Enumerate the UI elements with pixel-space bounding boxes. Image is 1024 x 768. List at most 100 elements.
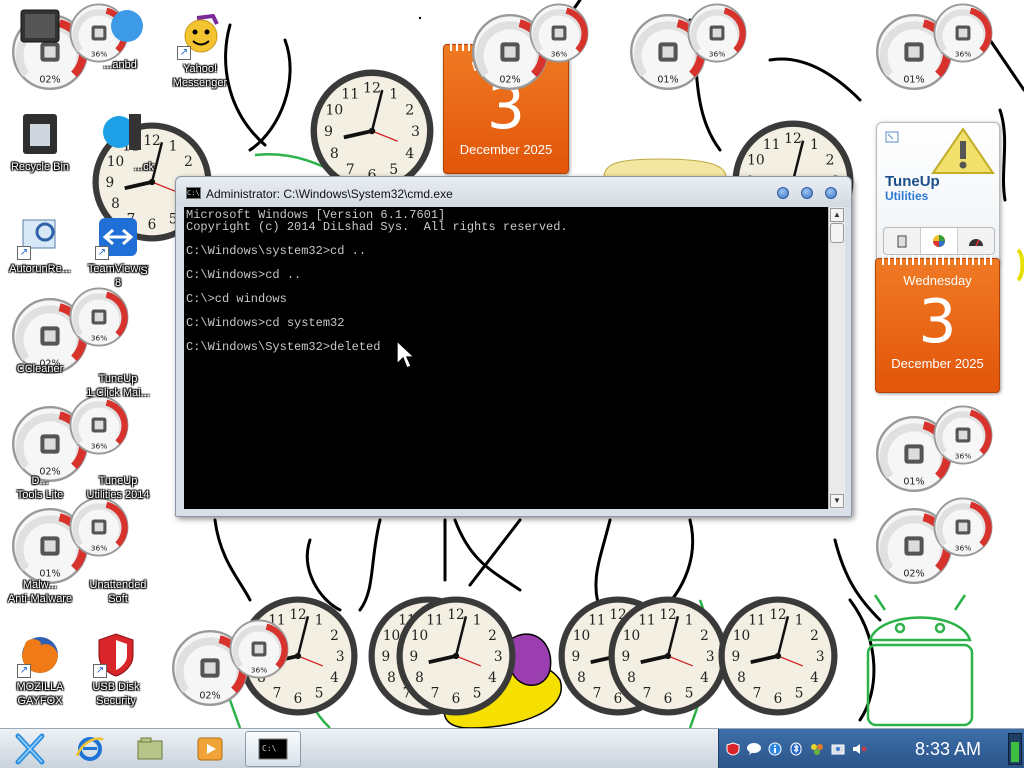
desktop-icon-ccleaner[interactable]: CCleaner	[0, 360, 80, 390]
shortcut-arrow-icon: ↗	[17, 664, 31, 678]
tab-battery[interactable]	[884, 228, 921, 254]
desktop-icon-yahoo-messenger[interactable]: ↗ Yahoo! Messenger	[160, 13, 240, 90]
clock-numeral: 1	[315, 612, 324, 628]
clock-numeral: 6	[452, 691, 461, 707]
cpu-percent: 01%	[903, 476, 924, 487]
clock-numeral: 3	[706, 649, 715, 665]
analog-clock-gadget[interactable]: 12 12 3 45678 9 1011	[606, 594, 730, 718]
sync-icon[interactable]	[830, 741, 846, 757]
desktop-icon-malwarebytes[interactable]: Malw... Anti-Malware	[0, 548, 80, 606]
cmd-taskbar-button[interactable]: C:\	[245, 731, 301, 767]
clock-numeral: 2	[405, 102, 414, 118]
calendar-gadget-right[interactable]: Wednesday 3 December 2025	[875, 255, 1000, 393]
battery-icon	[897, 235, 907, 248]
desktop-icon-label: Recycle Bin	[10, 161, 70, 173]
gadget-move-icon[interactable]	[885, 131, 899, 143]
memory-gauge[interactable]: 36%	[932, 2, 994, 64]
desktop-icon-label: TuneUp 1-Click Mai...	[86, 373, 150, 399]
memory-gauge[interactable]: 36%	[228, 618, 290, 680]
media-player-icon	[197, 737, 223, 761]
console-line: C:\>cd windows	[186, 292, 287, 306]
clock-numeral: 9	[106, 175, 115, 191]
console-output[interactable]: Microsoft Windows [Version 6.1.7601] Copy…	[184, 207, 828, 509]
scroll-down-arrow[interactable]: ▼	[830, 494, 844, 508]
desktop-icon-autorun[interactable]: ↗ AutorunRe...	[0, 214, 80, 276]
scroll-thumb[interactable]	[830, 223, 844, 243]
console-line: C:\Windows\System32>deleted	[186, 340, 381, 354]
clock-numeral: 5	[795, 685, 804, 701]
clock-numeral: 5	[685, 685, 694, 701]
desktop-icon-s[interactable]: S	[134, 262, 154, 278]
memory-gauge[interactable]: 36%	[68, 286, 130, 348]
memory-gauge[interactable]: 36%	[932, 404, 994, 466]
info-icon[interactable]	[767, 741, 783, 757]
console-line: Copyright (c) 2014 DiLshad Sys. All righ…	[186, 220, 568, 234]
maximize-button[interactable]	[801, 187, 813, 199]
desktop-icon-recycle-bin[interactable]: Recycle Bin	[0, 112, 80, 174]
cpu-percent: 01%	[657, 74, 678, 85]
console-scrollbar[interactable]: ▲ ▼	[828, 207, 845, 509]
close-button[interactable]	[825, 187, 837, 199]
clock-numeral: 2	[700, 628, 709, 644]
desktop-icon-label: ...ck	[133, 161, 155, 173]
folder-icon	[137, 737, 163, 760]
memory-gauge[interactable]: 36%	[528, 2, 590, 64]
memory-gauge[interactable]: 36%	[932, 496, 994, 558]
cmd-titlebar[interactable]: C:\ Administrator: C:\Windows\System32\c…	[176, 177, 851, 207]
explorer-button[interactable]	[122, 731, 178, 767]
clock-numeral: 8	[330, 146, 339, 162]
bluetooth-icon[interactable]	[788, 741, 804, 757]
clock-numeral: 11	[748, 612, 765, 628]
desktop-icon-computer[interactable]	[0, 6, 80, 54]
clock-numeral: 1	[389, 86, 398, 102]
analog-clock-gadget[interactable]: 12 12 3 45678 9 1011	[716, 594, 840, 718]
desktop-icon-tuneup-utilities[interactable]: TuneUp Utilities 2014	[78, 444, 158, 502]
desktop-icon-usb-disk-security[interactable]: ↗ USB Disk Security	[76, 632, 156, 708]
clock-numeral: 10	[623, 628, 640, 644]
volume-muted-icon[interactable]	[851, 741, 867, 757]
desktop-icon-skype[interactable]: ...ck	[80, 112, 160, 174]
scroll-up-arrow[interactable]: ▲	[830, 208, 844, 222]
cmd-window[interactable]: C:\ Administrator: C:\Windows\System32\c…	[175, 176, 852, 517]
shortcut-arrow-icon: ↗	[93, 664, 107, 678]
calendar-month-year: December 2025	[459, 142, 553, 157]
media-player-button[interactable]	[182, 731, 238, 767]
clock-numeral: 7	[643, 685, 652, 701]
analog-clock-gadget[interactable]: 12 12 3 45678 9 1011	[394, 594, 518, 718]
clock-numeral: 4	[810, 670, 819, 686]
taskbar-clock[interactable]: 8:33 AM	[915, 739, 981, 760]
desktop-icon-anbd[interactable]: ...anbd	[80, 6, 160, 72]
console-line: C:\Windows>cd ..	[186, 268, 302, 282]
start-button[interactable]	[2, 731, 58, 767]
network-share-icon[interactable]	[809, 741, 825, 757]
mouse-cursor-icon	[396, 340, 414, 369]
calendar-weekday: Wednesday	[903, 273, 972, 288]
show-desktop-button[interactable]	[1008, 733, 1022, 765]
minimize-button[interactable]	[777, 187, 789, 199]
tab-gauge[interactable]	[958, 228, 994, 254]
memory-percent: 36%	[709, 50, 726, 59]
taskbar: C:\ 8:33 AM	[0, 728, 1024, 768]
memory-percent: 36%	[91, 334, 108, 343]
clock-numeral: 11	[638, 612, 655, 628]
desktop-icon-daemon-tools[interactable]: D... Tools Lite	[0, 444, 80, 502]
shortcut-arrow-icon: ↗	[95, 246, 109, 260]
chat-icon[interactable]	[746, 741, 762, 757]
tuneup-gadget[interactable]: TuneUp Utilities	[876, 122, 1000, 264]
clock-numeral: 5	[315, 685, 324, 701]
desktop-icon-tuneup-1click[interactable]: TuneUp 1-Click Mai...	[78, 344, 158, 400]
memory-gauge[interactable]: 36%	[686, 2, 748, 64]
clock-numeral: 9	[572, 649, 581, 665]
usb-security-icon[interactable]	[725, 741, 741, 757]
clock-numeral: 12	[769, 607, 786, 623]
internet-explorer-button[interactable]	[62, 731, 118, 767]
desktop-icon-teamviewer[interactable]: ↗ TeamViewer 8	[78, 214, 158, 290]
cpu-percent: 02%	[903, 568, 924, 579]
clock-numeral: 11	[763, 137, 781, 153]
tab-colors[interactable]	[921, 228, 958, 254]
clock-numeral: 1	[810, 137, 819, 153]
desktop-icon-unattended[interactable]: Unattended Soft	[78, 548, 158, 606]
clock-numeral: 2	[330, 628, 339, 644]
desktop-icon-firefox[interactable]: ↗ MOZILLA GAYFOX	[0, 632, 80, 708]
memory-percent: 36%	[955, 544, 972, 553]
